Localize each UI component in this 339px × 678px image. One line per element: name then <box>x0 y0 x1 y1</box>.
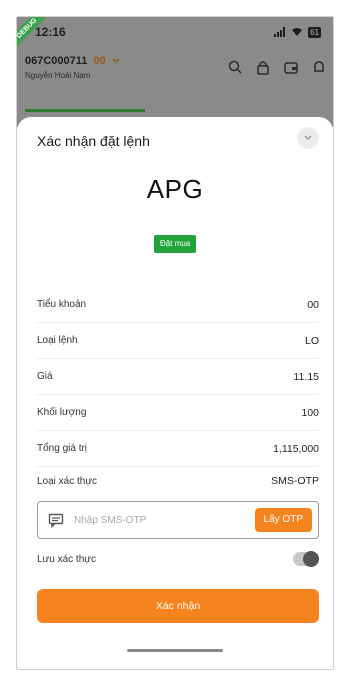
save-auth-label: Lưu xác thực <box>37 553 96 565</box>
home-indicator <box>127 649 223 652</box>
toggle-knob <box>303 551 319 567</box>
account-holder-name: Nguyễn Hoài Nam <box>25 71 91 80</box>
otp-field: Lấy OTP <box>37 501 319 539</box>
row-value: 11.15 <box>293 370 320 383</box>
row-value: 1,115,000 <box>273 442 319 455</box>
row-value: 100 <box>301 406 319 419</box>
row-label: Giá <box>37 371 53 382</box>
phone-frame: DEBUG 12:16 61 067C000711 00 Nguyễn Hoài… <box>16 16 334 670</box>
order-confirm-sheet: Xác nhận đặt lệnh APG Đặt mua Tiểu khoản… <box>17 117 333 669</box>
row-value: 00 <box>307 298 319 311</box>
status-bar: DEBUG 12:16 61 <box>17 17 333 50</box>
row-label: Loại xác thực <box>37 475 98 487</box>
lock-icon[interactable] <box>255 59 271 75</box>
chevron-down-icon <box>112 55 120 67</box>
row-value: SMS-OTP <box>271 475 319 487</box>
get-otp-button[interactable]: Lấy OTP <box>254 508 312 532</box>
row-value: LO <box>304 334 319 347</box>
message-icon <box>48 512 64 529</box>
row-auth-type[interactable]: Loại xác thực SMS-OTP <box>37 463 319 499</box>
otp-input[interactable] <box>74 514 255 526</box>
row-order-type: Loại lệnh LO <box>37 323 319 359</box>
status-time: 12:16 <box>35 25 66 39</box>
wifi-icon <box>291 27 303 37</box>
status-icons: 61 <box>274 26 321 38</box>
bell-icon[interactable] <box>311 59 327 75</box>
row-quantity: Khối lượng 100 <box>37 395 319 431</box>
wallet-icon[interactable] <box>283 59 299 75</box>
row-price: Giá 11.15 <box>37 359 319 395</box>
order-side-badge: Đặt mua <box>154 235 197 253</box>
save-auth-row: Lưu xác thực <box>37 545 319 573</box>
app-header-overlay: DEBUG 12:16 61 067C000711 00 Nguyễn Hoài… <box>17 17 333 127</box>
battery-icon: 61 <box>308 26 321 38</box>
search-icon[interactable] <box>227 59 243 75</box>
row-label: Loại lệnh <box>37 335 78 346</box>
account-number: 067C000711 <box>25 55 88 67</box>
row-label: Tổng giá trị <box>37 443 88 454</box>
active-tab-indicator <box>25 109 145 112</box>
row-sub-account: Tiểu khoản 00 <box>37 287 319 323</box>
save-auth-toggle[interactable] <box>293 551 319 567</box>
close-button[interactable] <box>297 127 319 149</box>
row-label: Tiểu khoản <box>37 299 87 310</box>
header-actions <box>227 59 327 75</box>
confirm-button[interactable]: Xác nhận <box>37 589 319 623</box>
stock-symbol: APG <box>146 174 204 204</box>
account-selector[interactable]: 067C000711 00 Nguyễn Hoài Nam <box>25 55 120 80</box>
sub-account: 00 <box>93 55 106 67</box>
signal-icon <box>274 27 286 37</box>
sheet-title: Xác nhận đặt lệnh <box>37 133 150 149</box>
row-total-value: Tổng giá trị 1,115,000 <box>37 431 319 467</box>
close-icon <box>303 129 313 147</box>
row-label: Khối lượng <box>37 407 87 418</box>
